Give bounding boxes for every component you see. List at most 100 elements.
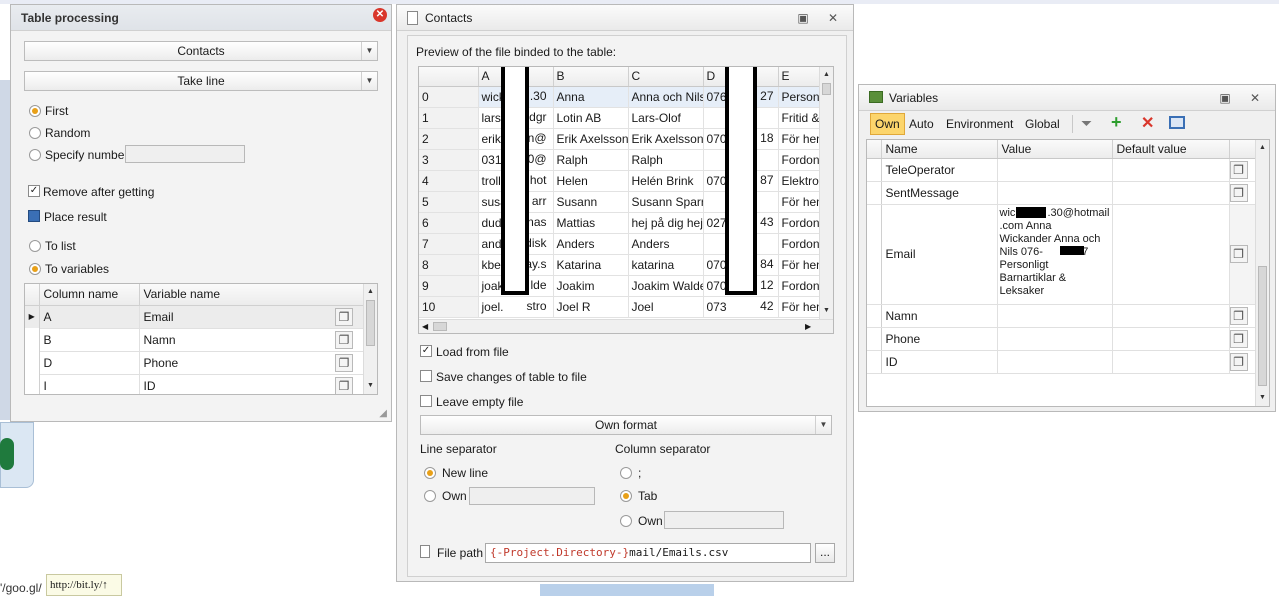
radio-semicolon[interactable] (620, 467, 632, 479)
table-row[interactable]: 4troll hot HelenHelén Brink070 87 Elektron (419, 170, 820, 192)
cell-e[interactable]: För hem (778, 296, 820, 318)
radio-to-variables[interactable] (29, 263, 41, 275)
table-row[interactable]: D Phone ❐ (25, 351, 365, 375)
variable-value[interactable] (997, 181, 1113, 205)
table-select[interactable]: Contacts ▼ (24, 41, 378, 61)
table-row[interactable]: 3 031 00@ Ralph Ralph Fordon (419, 149, 820, 171)
radio-random[interactable] (29, 127, 41, 139)
variable-name[interactable]: Phone (881, 327, 998, 351)
scroll-thumb[interactable] (822, 83, 831, 95)
row-number[interactable]: 5 (419, 191, 479, 213)
restore-icon[interactable]: ▣ (797, 12, 809, 24)
tab-auto[interactable]: Auto (909, 117, 934, 131)
columns-icon[interactable] (1169, 116, 1185, 129)
cell-e[interactable]: Fordon (778, 212, 820, 234)
table-row[interactable]: 8kbepay.sKatarinakatarina07084För hem (419, 254, 820, 276)
cell-b[interactable]: Ralph (553, 149, 629, 171)
copy-icon[interactable]: ❐ (335, 353, 353, 372)
preview-horizontal-scrollbar[interactable]: ◀ ▶ (419, 319, 833, 333)
browse-button[interactable]: ... (815, 543, 835, 563)
row-number[interactable]: 10 (419, 296, 479, 318)
table-row[interactable]: Phone ❐ (867, 327, 1255, 351)
remove-after-checkbox[interactable]: ✓ (28, 185, 40, 197)
cell-a[interactable]: joel. stro (478, 296, 554, 318)
cell-e[interactable]: Fordon (778, 275, 820, 297)
grid-cell[interactable]: Namn (139, 328, 335, 352)
cell-b[interactable]: Katarina (553, 254, 629, 276)
copy-icon[interactable]: ❐ (1229, 183, 1248, 202)
grid-cell[interactable]: I (39, 374, 140, 394)
copy-icon[interactable]: ❐ (1229, 329, 1248, 348)
variable-default[interactable] (1112, 304, 1230, 328)
table-row[interactable]: TeleOperator ❐ (867, 158, 1255, 182)
cell-c[interactable]: Anders (628, 233, 704, 255)
scroll-left-icon[interactable]: ◀ (422, 320, 428, 333)
cell-e[interactable]: För hem (778, 254, 820, 276)
table-row[interactable]: 0wick.30AnnaAnna och Nils07627Personli (419, 86, 820, 108)
close-icon[interactable]: ✕ (827, 12, 839, 24)
table-row[interactable]: I ID ❐ (25, 374, 365, 394)
radio-line-own[interactable] (424, 490, 436, 502)
background-link[interactable]: '/goo.gl/ (0, 578, 46, 596)
cell-b[interactable]: Erik Axelsson (553, 128, 629, 150)
chevron-down-icon[interactable]: ▼ (361, 42, 377, 60)
line-own-input[interactable] (469, 487, 595, 505)
cell-c[interactable]: Joel (628, 296, 704, 318)
cell-b[interactable]: Anna (553, 86, 629, 108)
table-row[interactable]: 6 duda -nas Mattias hej på dig hej 027 43 Fordo… (419, 212, 820, 234)
cell-c[interactable]: Ralph (628, 149, 704, 171)
action-select[interactable]: Take line ▼ (24, 71, 378, 91)
format-select[interactable]: Own format ▼ (420, 415, 832, 435)
radio-first[interactable] (29, 105, 41, 117)
variable-name[interactable]: Namn (881, 304, 998, 328)
scroll-thumb[interactable] (1258, 266, 1267, 386)
grid-cell[interactable]: A (39, 305, 140, 329)
cell-d[interactable]: 073 42 (703, 296, 779, 318)
table-row[interactable]: B Namn ❐ (25, 328, 365, 352)
row-number[interactable]: 2 (419, 128, 479, 150)
copy-icon[interactable]: ❐ (335, 376, 353, 394)
cell-c[interactable]: hej på dig hej (628, 212, 704, 234)
variable-value[interactable] (997, 350, 1113, 374)
app-icon[interactable] (0, 438, 14, 470)
column-header[interactable]: Default value (1112, 140, 1230, 159)
variable-name[interactable]: ID (881, 350, 998, 374)
column-header[interactable]: Variable name (139, 284, 365, 306)
grid-cell[interactable]: ID (139, 374, 335, 394)
variable-value[interactable] (997, 158, 1113, 182)
restore-icon[interactable]: ▣ (1219, 92, 1231, 104)
scroll-up-icon[interactable]: ▲ (364, 286, 377, 298)
cell-b[interactable]: Susann (553, 191, 629, 213)
grid-cell[interactable]: B (39, 328, 140, 352)
copy-icon[interactable]: ❐ (335, 307, 353, 326)
column-header[interactable]: C (628, 67, 704, 87)
tab-environment[interactable]: Environment (946, 117, 1013, 131)
cell-e[interactable]: För hem (778, 128, 820, 150)
column-header[interactable]: Column name (39, 284, 140, 306)
cell-b[interactable]: Joel R (553, 296, 629, 318)
save-changes-checkbox[interactable] (420, 370, 432, 382)
close-icon[interactable]: ✕ (1249, 92, 1261, 104)
preview-vertical-scrollbar[interactable]: ▲ ▼ (819, 67, 833, 319)
cell-b[interactable]: Joakim (553, 275, 629, 297)
table-row[interactable]: 10joel. stro Joel RJoel073 42 För hem (419, 296, 820, 318)
table-row[interactable]: 9 joak lde Joakim Joakim Walde 070 12 Fordon (419, 275, 820, 297)
variable-default[interactable] (1112, 327, 1230, 351)
radio-tab[interactable] (620, 490, 632, 502)
row-number[interactable]: 8 (419, 254, 479, 276)
cell-e[interactable]: Fordon (778, 233, 820, 255)
radio-col-own[interactable] (620, 515, 632, 527)
column-header[interactable]: B (553, 67, 629, 87)
row-number[interactable]: 9 (419, 275, 479, 297)
variable-default[interactable] (1112, 158, 1230, 182)
cell-b[interactable]: Lotin AB (553, 107, 629, 129)
row-number[interactable]: 1 (419, 107, 479, 129)
leave-empty-checkbox[interactable] (420, 395, 432, 407)
table-row[interactable]: 1 larso dgr Lotin AB Lars-Olof Fritid & (419, 107, 820, 129)
copy-icon[interactable]: ❐ (1229, 245, 1248, 263)
cell-c[interactable]: Susann Sparr (628, 191, 704, 213)
variable-value[interactable] (997, 327, 1113, 351)
cell-b[interactable]: Helen (553, 170, 629, 192)
cell-e[interactable]: Elektron (778, 170, 820, 192)
cell-c[interactable]: Erik Axelsson (628, 128, 704, 150)
